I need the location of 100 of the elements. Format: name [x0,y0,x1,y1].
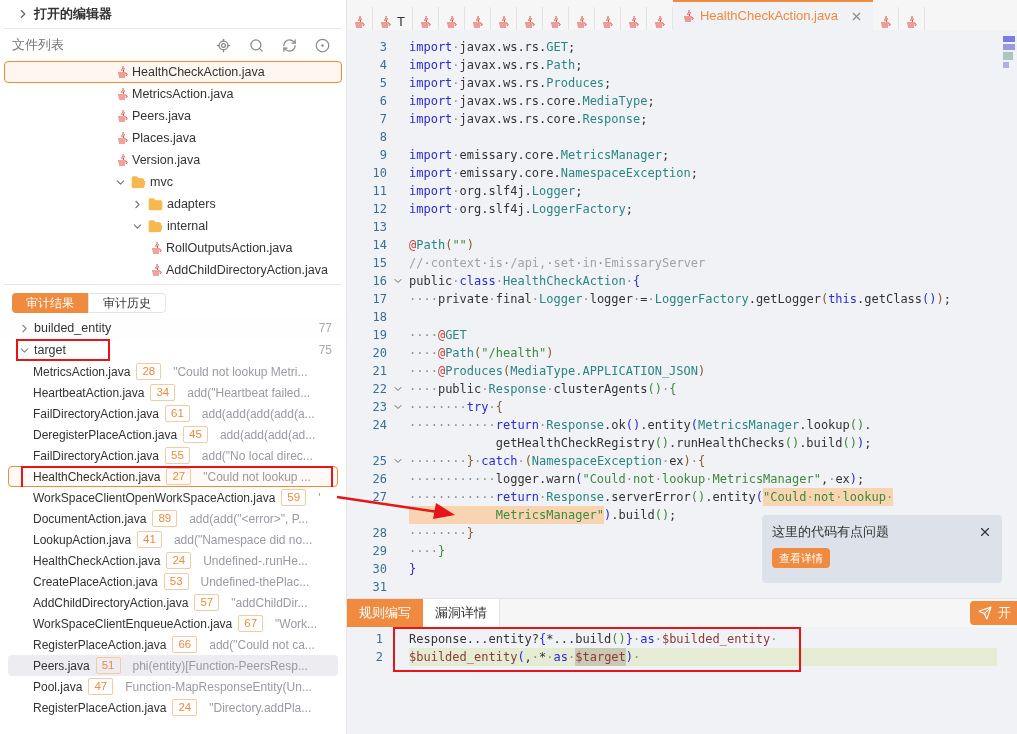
java-file-icon [601,15,613,29]
code-snippet: add("Heartbeat failed... [187,384,311,402]
file-name: CreatePlaceAction.java [33,573,158,591]
line-number: 19 [371,327,387,344]
file-name: Pool.java [33,678,83,696]
code-line: import·javax.ws.rs.core.MediaType; [409,93,655,110]
line-badge: 51 [95,657,121,674]
java-file-icon [117,87,128,101]
line-number: 18 [371,309,387,326]
java-file-icon [653,15,665,29]
java-file-icon [445,15,457,29]
line-number: 24 [371,417,387,434]
java-file-icon [117,131,128,145]
section-title[interactable]: 打开的编辑器 [34,4,112,24]
tree-item[interactable]: AddChildDirectoryAction.java [4,259,342,281]
group-count: 75 [318,342,332,359]
tree-item[interactable]: MetricsAction.java [4,83,342,105]
code-line: import·org.slf4j.LoggerFactory; [409,201,633,218]
line-number: 30 [371,561,387,578]
tree-item[interactable]: internal [4,215,342,237]
code-line: import·javax.ws.rs.core.Response; [409,111,648,128]
hint-message: 这里的代码有点问题 [772,524,890,541]
code-line: ············return·Response.serverError().entity("Could·not·lookup· [409,488,894,506]
code-line: import·emissary.core.NamespaceException; [409,165,699,182]
file-name: LookupAction.java [33,531,132,549]
code-snippet: Function-MapResponseEntity(Un... [125,678,312,696]
file-name: DeregisterPlaceAction.java [33,426,178,444]
code-line: ········} [409,525,475,542]
audit-tab[interactable]: 审计历史 [88,293,166,313]
group-label[interactable]: builded_entity [34,318,319,338]
line-badge: 66 [172,636,198,653]
line-badge: 24 [166,552,192,569]
line-badge: 59 [281,489,307,506]
editor-tab[interactable]: T [373,7,413,30]
code-snippet: add("No local direc... [201,447,313,465]
file-name: RegisterPlaceAction.java [33,636,167,654]
code-snippet: "addChildDir... [231,594,308,612]
java-file-icon [117,65,128,79]
line-number: 27 [371,489,387,506]
folder-icon [148,218,163,234]
java-file-icon [497,15,509,29]
java-file-icon [549,15,561,29]
group-label[interactable]: target [34,340,319,360]
tree-item[interactable]: Version.java [4,149,342,171]
line-number: 13 [371,219,387,236]
line-number: 7 [378,111,387,128]
tree-item[interactable]: HealthCheckAction.java [4,61,342,83]
locate-icon[interactable] [216,37,231,53]
code-line: @Path("") [409,237,475,254]
line-number: 26 [371,471,387,488]
line-number: 17 [371,291,387,308]
file-name: RegisterPlaceAction.java [33,699,167,717]
result-row[interactable]: HealthCheckAction.java 27 "Could not lookup ... [8,466,338,487]
collapse-icon[interactable] [315,37,330,53]
java-file-icon [906,15,917,29]
line-number: 2 [374,649,383,666]
file-name: HeartbeatAction.java [33,384,145,402]
java-file-icon [682,9,694,23]
code-line: ············return·Response.ok().entity(MetricsManager.lookup(). [409,417,872,434]
file-name: FailDirectoryAction.java [33,405,160,423]
code-line: ····public·Response·clusterAgents()·{ [409,381,677,398]
code-snippet: "Directory.addPla... [209,699,312,717]
line-number: 5 [378,75,387,92]
java-file-icon [151,263,162,277]
tree-item[interactable]: RollOutputsAction.java [4,237,342,259]
panel-tab[interactable]: 漏洞详情 [423,599,500,627]
tree-item[interactable]: mvc [4,171,342,193]
line-badge: 53 [163,573,189,590]
code-snippet: add(add(add(add(a... [201,405,315,423]
result-row[interactable]: Peers.java 51 phi(entity)[Function-PeersResp... [8,655,338,676]
line-number: 9 [378,147,387,164]
line-number: 28 [371,525,387,542]
line-number: 6 [378,93,387,110]
line-number: 15 [371,255,387,272]
code-line: Response...entity?{*...build()}·as·$builded_entity· [409,631,779,648]
search-icon[interactable] [249,37,264,53]
code-snippet: phi(entity)[Function-PeersResp... [132,657,308,675]
code-snippet: "Could not lookup Metri... [173,363,308,381]
code-line: getHealthCheckRegistry().runHealthChecks().build()); [494,435,872,452]
code-line: ········try·{ [409,399,503,416]
refresh-icon[interactable] [282,37,297,53]
code-snippet: Undefined-.runHe... [203,552,308,570]
line-number: 10 [371,165,387,182]
file-name: FailDirectoryAction.java [33,447,160,465]
line-number: 11 [371,183,387,200]
code-line: import·emissary.core.MetricsManager; [409,147,670,164]
line-number: 20 [371,345,387,362]
line-number: 1 [374,631,383,648]
tree-item[interactable]: Peers.java [4,105,342,127]
tree-item[interactable]: adapters [4,193,342,215]
line-badge: 55 [165,447,190,464]
line-badge: 34 [150,384,176,401]
file-name: WorkSpaceClientEnqueueAction.java [33,615,233,633]
tree-item[interactable]: Places.java [4,127,342,149]
code-snippet: add("Could not ca... [209,636,315,654]
java-file-icon [354,15,365,29]
line-badge: 57 [194,594,220,611]
line-number: 31 [371,579,387,596]
java-file-icon [151,241,162,255]
file-name: MetricsAction.java [33,363,131,381]
